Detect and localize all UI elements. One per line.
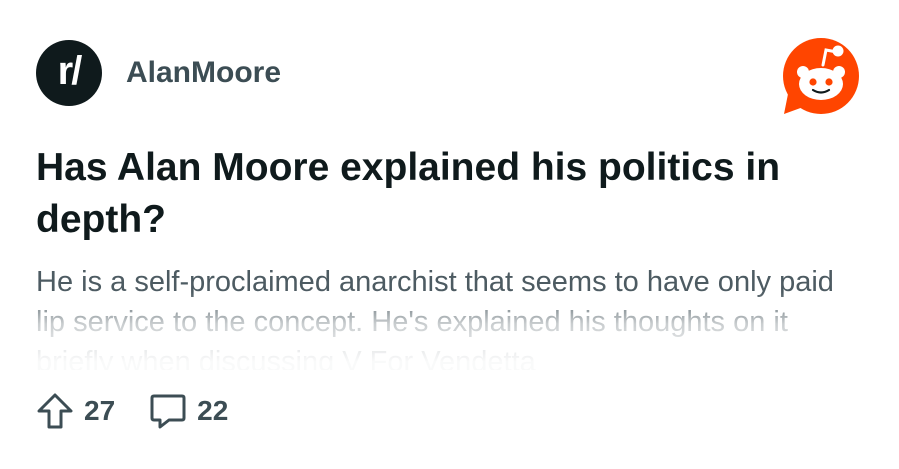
upvote-count: 27 bbox=[84, 395, 116, 426]
post-body-preview: He is a self-proclaimed anarchist that s… bbox=[36, 266, 834, 370]
post-header: r/ AlanMoore bbox=[36, 40, 281, 106]
post-title[interactable]: Has Alan Moore explained his politics in… bbox=[36, 142, 866, 246]
comment-bubble-icon[interactable] bbox=[149, 392, 187, 430]
subreddit-avatar[interactable]: r/ bbox=[36, 40, 102, 106]
comment-count: 22 bbox=[197, 395, 229, 426]
comment-stat[interactable]: 22 bbox=[149, 392, 228, 430]
subreddit-name[interactable]: AlanMoore bbox=[126, 56, 281, 90]
post-stats: 27 22 bbox=[36, 390, 262, 432]
reddit-snoo-icon bbox=[783, 38, 859, 114]
upvote-arrow-icon[interactable] bbox=[36, 392, 74, 430]
upvote-stat[interactable]: 27 bbox=[36, 392, 115, 430]
subreddit-avatar-text: r/ bbox=[57, 48, 83, 93]
